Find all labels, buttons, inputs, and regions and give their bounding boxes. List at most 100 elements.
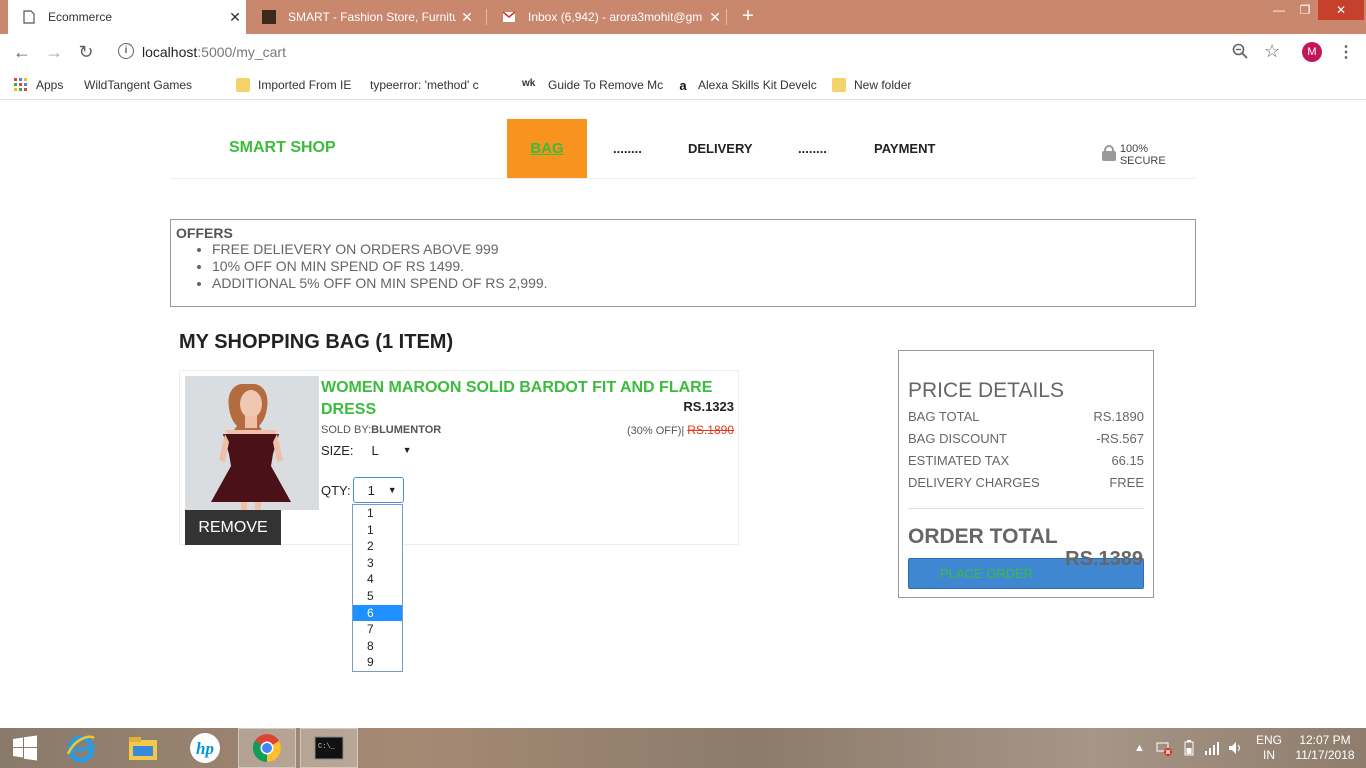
price-row-label: BAG TOTAL (908, 409, 980, 424)
qty-option[interactable]: 3 (353, 555, 402, 572)
qty-option[interactable]: 1 (353, 522, 402, 539)
network-error-icon[interactable] (1156, 728, 1172, 768)
dress-model-image (185, 376, 319, 510)
qty-option-highlighted[interactable]: 6 (353, 604, 402, 622)
divider (908, 508, 1144, 509)
remove-button[interactable]: REMOVE (185, 510, 281, 545)
bookmark-guide-remove[interactable]: wk Guide To Remove Mc (522, 77, 663, 93)
secure-label: 100% SECURE (1119, 143, 1166, 167)
file-explorer-taskbar-button[interactable] (114, 728, 172, 768)
product-image[interactable] (185, 376, 319, 510)
back-arrow-icon[interactable]: ← (12, 42, 32, 62)
bookmark-imported-from-ie[interactable]: Imported From IE (236, 77, 351, 93)
show-hidden-icons[interactable]: ▲ (1134, 728, 1145, 768)
tab-title: Ecommerce (48, 10, 113, 24)
offer-item: 10% OFF ON MIN SPEND OF RS 1499. (212, 258, 1190, 275)
price-row-label: ESTIMATED TAX (908, 453, 1010, 468)
close-tab-icon[interactable]: ✕ (456, 9, 478, 26)
step-bag[interactable]: BAG (507, 119, 587, 178)
shopping-bag-title: MY SHOPPING BAG (1 ITEM) (179, 331, 454, 353)
bookmark-star-icon[interactable]: ☆ (1264, 41, 1280, 62)
price-row-value: 66.15 (1111, 453, 1144, 468)
price-row-label: BAG DISCOUNT (908, 431, 1007, 446)
command-prompt-taskbar-button[interactable]: C:\_ (300, 728, 358, 768)
price-details-box: PRICE DETAILS BAG TOTAL RS.1890 BAG DISC… (898, 350, 1154, 598)
browser-menu-icon[interactable]: ⋮ (1338, 42, 1354, 62)
qty-option[interactable]: 2 (353, 538, 402, 555)
hp-taskbar-button[interactable]: hp (176, 728, 234, 768)
system-clock[interactable]: 12:07 PM 11/17/2018 (1292, 733, 1358, 763)
qty-option[interactable]: 5 (353, 588, 402, 605)
window-close-icon[interactable]: ✕ (1318, 0, 1364, 20)
offers-list: FREE DELIEVERY ON ORDERS ABOVE 999 10% O… (212, 241, 1190, 292)
bookmark-apps[interactable]: Apps (14, 77, 63, 93)
bookmark-label: Imported From IE (258, 78, 352, 92)
reload-icon[interactable]: ↻ (76, 42, 96, 62)
step-separator: ........ (798, 141, 827, 156)
hp-logo-icon: hp (190, 733, 220, 763)
address-bar[interactable]: i localhost:5000/my_cart (108, 39, 1290, 65)
url-path: :5000/my_cart (197, 44, 286, 60)
qty-row: QTY: 1 ▼ (321, 477, 404, 503)
wk-icon: wk (522, 78, 536, 89)
offer-item: FREE DELIEVERY ON ORDERS ABOVE 999 (212, 241, 1190, 258)
svg-text:C:\_: C:\_ (318, 743, 336, 751)
internet-explorer-taskbar-button[interactable] (52, 728, 110, 768)
bookmark-alexa-skills[interactable]: a Alexa Skills Kit Develc (676, 77, 816, 93)
qty-select[interactable]: 1 ▼ (352, 477, 404, 503)
qty-dropdown-list: 1 1 2 3 4 5 6 7 8 9 (352, 504, 403, 672)
step-separator: ........ (613, 141, 642, 156)
price-row-value: FREE (1109, 475, 1144, 490)
bookmark-new-folder[interactable]: New folder (832, 77, 911, 93)
offers-title: OFFERS (176, 225, 233, 241)
apps-grid-icon (14, 78, 27, 91)
battery-icon[interactable] (1184, 728, 1194, 768)
language-code: ENG (1255, 733, 1282, 747)
wifi-signal-icon[interactable] (1204, 728, 1220, 768)
profile-avatar[interactable]: M (1302, 42, 1322, 62)
qty-option[interactable]: 7 (353, 621, 402, 638)
page-icon (23, 10, 35, 24)
chrome-taskbar-button[interactable] (238, 728, 296, 768)
qty-option[interactable]: 9 (353, 654, 402, 671)
windows-start-button[interactable] (0, 728, 50, 768)
product-name[interactable]: WOMEN MAROON SOLID BARDOT FIT AND FLARE … (321, 377, 731, 421)
info-icon[interactable]: i (118, 43, 134, 59)
qty-option[interactable]: 4 (353, 571, 402, 588)
price-details-title: PRICE DETAILS (908, 379, 1064, 402)
sold-by-label: SOLD BY: (321, 424, 372, 436)
tab-smart-fashion[interactable]: SMART - Fashion Store, Furniture ✕ (248, 0, 478, 34)
site-logo[interactable]: SMART SHOP (229, 139, 336, 157)
windows-taskbar: hp C:\_ ▲ ENG IN 12:07 PM 11/17/2018 (0, 728, 1366, 768)
restore-icon[interactable]: ❐ (1290, 0, 1320, 20)
order-total-label: ORDER TOTAL (908, 525, 1058, 548)
qty-option[interactable]: 8 (353, 638, 402, 655)
tab-gmail-inbox[interactable]: Inbox (6,942) - arora3mohit@gm ✕ (488, 0, 726, 34)
folder-icon (832, 78, 846, 92)
close-tab-icon[interactable]: ✕ (224, 9, 246, 26)
web-page: SMART SHOP BAG ........ DELIVERY .......… (0, 101, 1366, 728)
size-select[interactable]: L ▼ (372, 443, 412, 458)
qty-label: QTY: (321, 482, 351, 498)
chrome-icon (253, 734, 281, 762)
bookmark-typeerror[interactable]: typeerror: 'method' c (370, 77, 479, 192)
cart-item-card: REMOVE WOMEN MAROON SOLID BARDOT FIT AND… (179, 370, 739, 545)
close-tab-icon[interactable]: ✕ (704, 9, 726, 26)
tab-ecommerce[interactable]: Ecommerce ✕ (8, 0, 246, 34)
lock-icon (1102, 145, 1116, 161)
forward-arrow-icon[interactable]: → (44, 42, 64, 62)
volume-icon[interactable] (1228, 728, 1244, 768)
discount-info: (30% OFF)| RS.1890 (627, 423, 734, 437)
step-delivery[interactable]: DELIVERY (688, 119, 753, 178)
language-indicator[interactable]: ENG IN (1254, 733, 1284, 763)
url-text[interactable]: localhost:5000/my_cart (142, 44, 286, 60)
original-price: RS.1890 (687, 423, 734, 437)
step-payment[interactable]: PAYMENT (874, 119, 935, 178)
price-row-bag-total: BAG TOTAL RS.1890 (908, 409, 1144, 424)
amazon-icon: a (679, 78, 687, 93)
bookmark-wildtangent[interactable]: WildTangent Games (84, 77, 192, 192)
zoom-icon[interactable] (1232, 43, 1248, 59)
bookmark-label: Apps (36, 78, 64, 92)
qty-option[interactable]: 1 (353, 505, 402, 522)
new-tab-icon[interactable]: + (736, 4, 760, 30)
